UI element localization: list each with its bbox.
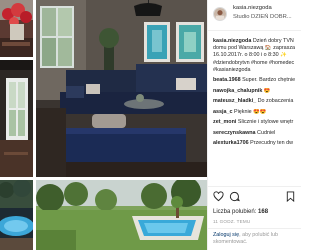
comment-username[interactable]: nawojka_chalupnik [213,88,262,94]
caption-text-1: Dzień dobry TVN [251,38,294,44]
comment-text: Pięknie 😍😍 [232,108,267,115]
comment-icon[interactable] [229,191,240,202]
thumbnail-interior-doorway[interactable] [0,60,33,177]
thumbnail-flowers[interactable] [0,0,33,57]
comments-list: kasia.niezgoda Dzień dobry TVN domu pod … [213,38,299,148]
post-header: kasia.niezgoda Studio DZIEŃ DOBR... [208,0,301,31]
list-item: mateusz_hladki_ Do zobaczenia [213,98,299,105]
caption-hashtags[interactable]: #dziendobrytvn #home #homedec [213,60,299,67]
comment-username[interactable]: mateusz_hladki_ [213,98,256,104]
comment-username[interactable]: alexturka1706 [213,140,249,146]
like-count[interactable]: Liczba polubień: 168 [213,209,268,215]
comment-text: Super. Bardzo chętnie [240,77,296,84]
caption-hashtag-kasianiezgoda[interactable]: #kasianiezgoda [213,67,299,74]
photo-grid [0,0,207,250]
comment-username[interactable]: sereczynskawna [213,130,256,136]
list-item: assja_c Pięknie 😍😍 [213,109,299,116]
comment-username[interactable]: zet_moni [213,119,236,125]
thumbnail-garden[interactable] [36,180,207,250]
login-link[interactable]: Zaloguj się [213,232,239,238]
likes-number: 168 [258,209,269,215]
comment-text: Ślicznie i stylowe wnętr [236,119,294,126]
bookmark-icon[interactable] [285,191,296,202]
comment-username[interactable]: beata.1968 [213,77,241,83]
comment-text: 😍 [262,87,271,94]
list-item: nawojka_chalupnik 😍 [213,88,299,95]
list-item: beata.1968 Super. Bardzo chętnie [213,77,299,84]
comment-text: Przecudny ten dw [248,140,294,147]
post-location[interactable]: Studio DZIEŃ DOBR... [233,14,292,20]
comment-text: Cudniel [255,129,276,136]
comment-username[interactable]: assja_c [213,109,233,115]
list-item: sereczynskawna Cudniel [213,130,299,137]
list-item: zet_moni Ślicznie i stylowe wnętr [213,119,299,126]
thumbnail-pool[interactable] [0,180,33,250]
comment-text: Do zobaczenia [256,98,294,105]
caption-username[interactable]: kasia.niezgoda [213,38,251,44]
post-actions [208,186,301,205]
post-timestamp[interactable]: 11 GODZ. TEMU [213,219,250,224]
caption-text-3: 16.10.2017r. o 8:00 i o 8:30 ✨ [213,52,287,59]
login-prompt: Zaloguj się, aby polubić lub skomentować… [208,228,301,250]
main-photo-living-room[interactable] [36,0,207,177]
likes-label: Liczba polubień: [213,209,259,215]
avatar[interactable] [213,7,227,21]
heart-icon[interactable] [213,191,224,202]
list-item: alexturka1706 Przecudny ten dw [213,140,299,147]
post-username[interactable]: kasia.niezgoda [233,5,272,11]
post-panel: kasia.niezgoda Studio DZIEŃ DOBR... kasi… [207,0,301,250]
caption-text-2: domu pod Warszawą 🏠 zaprasza [213,45,296,52]
caption: kasia.niezgoda Dzień dobry TVN domu pod … [213,38,299,74]
